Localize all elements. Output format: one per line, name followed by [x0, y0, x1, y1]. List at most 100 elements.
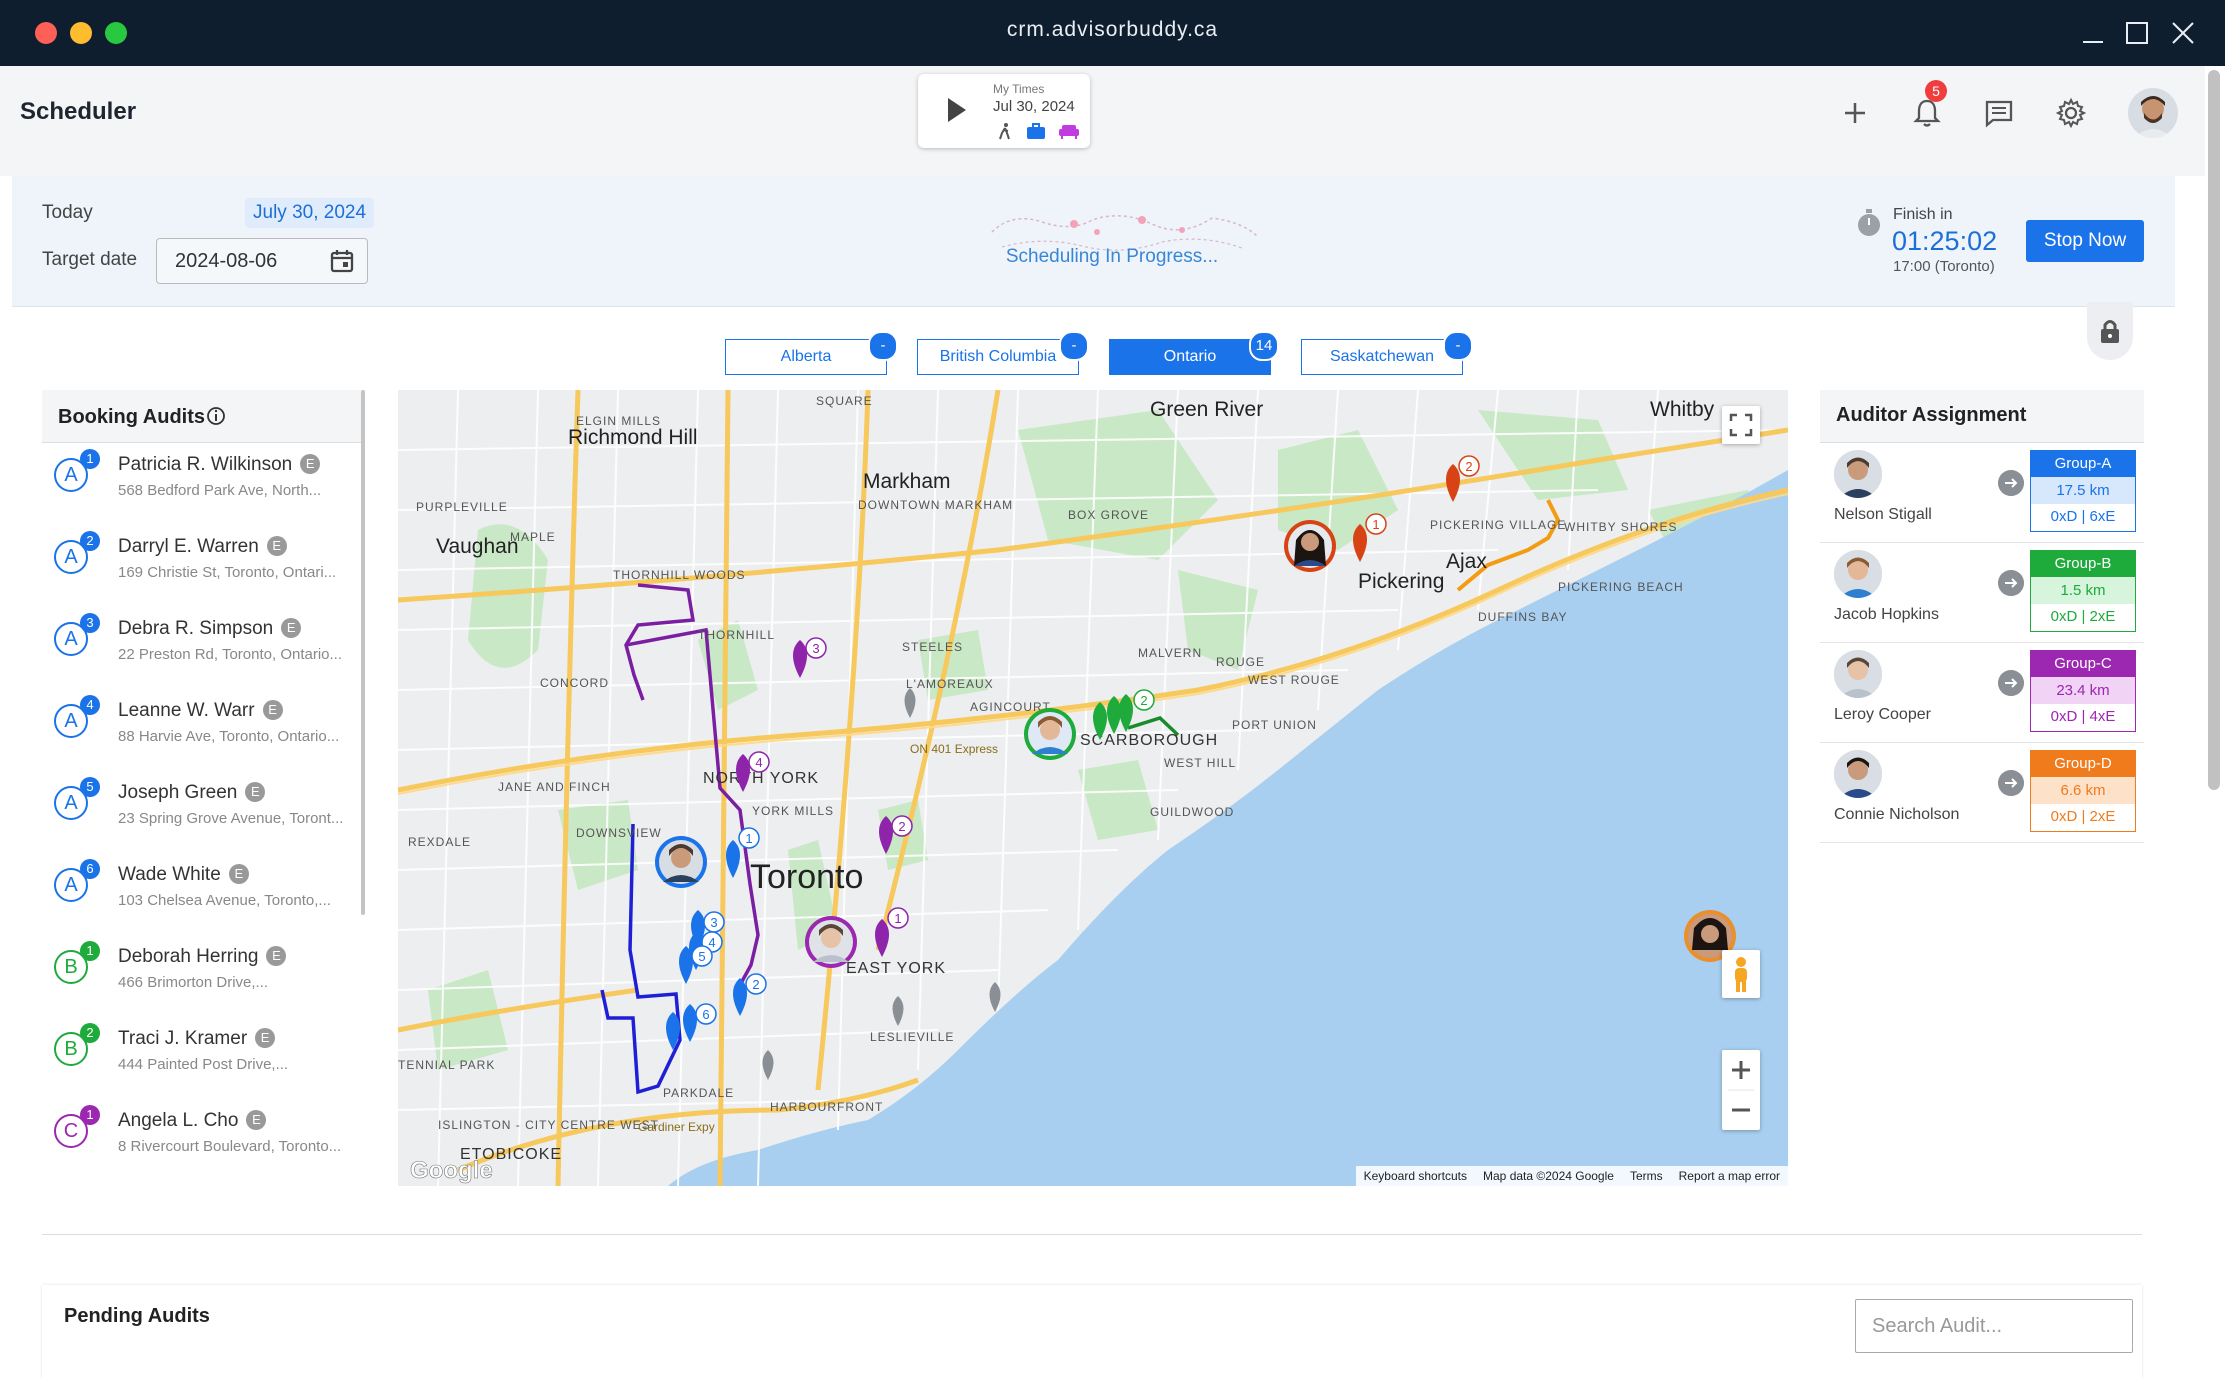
route-marker-a2[interactable]: 2	[733, 973, 767, 1016]
route-marker-c3[interactable]: 3	[793, 637, 827, 678]
lock-button[interactable]	[2087, 302, 2133, 360]
map-poi-marker[interactable]	[904, 688, 916, 718]
arrow-right-icon[interactable]	[1998, 670, 2024, 696]
booking-audit-item[interactable]: A 3 Debra R. Simpson E 22 Preston Rd, Toront…	[42, 606, 362, 688]
search-audit-input[interactable]	[1855, 1299, 2133, 1353]
app-header: Scheduler My Times Jul 30, 2024 5	[0, 66, 2205, 176]
audit-address: 22 Preston Rd, Toronto, Ontario...	[118, 646, 343, 663]
booking-audit-item[interactable]: B 1 Deborah Herring E 466 Brimorton Drive,..…	[42, 934, 362, 1016]
page-title: Scheduler	[20, 98, 137, 125]
route-marker-d2[interactable]: 2	[1446, 455, 1480, 502]
group-assignment-card[interactable]: Group-D 6.6 km 0xD | 2xE	[2030, 750, 2136, 832]
svg-text:4: 4	[708, 935, 715, 950]
route-marker-b3[interactable]	[1107, 696, 1121, 734]
audit-type-badge: E	[281, 618, 302, 638]
play-icon[interactable]	[948, 98, 966, 122]
map-footer-report[interactable]: Report a map error	[1679, 1166, 1780, 1186]
info-icon[interactable]	[206, 406, 226, 426]
group-ratio: 0xD | 6xE	[2050, 508, 2116, 525]
region-badge-ontario: 14	[1249, 331, 1279, 361]
auditor-row[interactable]: Jacob Hopkins Group-B 1.5 km 0xD | 2xE	[1820, 542, 2144, 643]
map-footer-shortcuts[interactable]: Keyboard shortcuts	[1364, 1166, 1467, 1186]
route-marker-b2[interactable]: 2	[1119, 689, 1155, 732]
group-assignment-card[interactable]: Group-A 17.5 km 0xD | 6xE	[2030, 450, 2136, 532]
walking-icon[interactable]	[996, 122, 1014, 140]
auditor-row[interactable]: Leroy Cooper Group-C 23.4 km 0xD | 4xE	[1820, 642, 2144, 743]
group-distance: 23.4 km	[2031, 677, 2135, 704]
group-name: Group-C	[2031, 651, 2135, 677]
route-marker-a6[interactable]: 6	[683, 1003, 717, 1042]
auditor-row[interactable]: Connie Nicholson Group-D 6.6 km 0xD | 2xE	[1820, 742, 2144, 843]
booking-audit-item[interactable]: C 1 Angela L. Cho E 8 Rivercourt Boulevard, …	[42, 1098, 362, 1180]
region-badge-british-columbia: -	[1059, 331, 1089, 361]
booking-audit-item[interactable]: A 5 Joseph Green E 23 Spring Grove Avenue, T…	[42, 770, 362, 852]
audit-client-name-text: Angela L. Cho	[118, 1110, 239, 1131]
auditor-name: Connie Nicholson	[1834, 806, 1960, 823]
route-marker-c4[interactable]: 4	[736, 751, 770, 792]
booking-audit-item[interactable]: A 2 Darryl E. Warren E 169 Christie St, Toro…	[42, 524, 362, 606]
booking-audit-item[interactable]: A 1 Patricia R. Wilkinson E 568 Bedford Park…	[42, 442, 362, 524]
map-auditor-avatar-jacob[interactable]	[1024, 708, 1076, 760]
route-marker-b1[interactable]	[1093, 702, 1107, 740]
map-auditor-avatar-connie[interactable]	[1284, 520, 1336, 572]
page-scrollbar[interactable]	[2208, 70, 2220, 790]
street-view-button[interactable]	[1722, 950, 1760, 998]
region-badge-saskatchewan: -	[1443, 331, 1473, 361]
audit-client-name-text: Traci J. Kramer	[118, 1028, 248, 1049]
map-markers: 3 4 2 1 1 3 4 5 2 6 2 1 2 Google	[410, 455, 1480, 1184]
auditor-assignment-header: Auditor Assignment	[1820, 390, 2144, 443]
pending-audits-title: Pending Audits	[64, 1305, 210, 1327]
route-marker-c1[interactable]: 1	[875, 907, 909, 957]
booking-audit-item[interactable]: A 6 Wade White E 103 Chelsea Avenue, Toronto…	[42, 852, 362, 934]
route-marker-a-end[interactable]	[666, 1012, 680, 1050]
svg-text:3: 3	[710, 915, 717, 930]
group-assignment-card[interactable]: Group-B 1.5 km 0xD | 2xE	[2030, 550, 2136, 632]
auditor-row[interactable]: Nelson Stigall Group-A 17.5 km 0xD | 6xE	[1820, 442, 2144, 543]
arrow-right-icon[interactable]	[1998, 570, 2024, 596]
zoom-control[interactable]	[1722, 1050, 1760, 1130]
route-marker-c2[interactable]: 2	[879, 815, 913, 854]
finish-time-zone: 17:00 (Toronto)	[1893, 258, 1995, 275]
close-icon[interactable]	[2170, 20, 2196, 46]
arrow-right-icon[interactable]	[1998, 470, 2024, 496]
audit-type-badge: E	[246, 1110, 267, 1130]
map-poi-marker[interactable]	[892, 996, 904, 1026]
user-avatar[interactable]	[2128, 88, 2178, 138]
finish-in-label: Finish in	[1893, 206, 1953, 223]
gear-icon[interactable]	[2054, 96, 2088, 130]
fullscreen-button[interactable]	[1722, 406, 1760, 444]
map-poi-marker[interactable]	[989, 982, 1001, 1012]
sofa-icon[interactable]	[1058, 122, 1080, 140]
chat-icon[interactable]	[1982, 96, 2016, 130]
route-marker-a1[interactable]: 1	[726, 827, 760, 878]
maximize-icon[interactable]	[2124, 20, 2150, 46]
tab-alberta[interactable]: Alberta	[725, 339, 887, 375]
briefcase-icon[interactable]	[1026, 122, 1046, 140]
route-map[interactable]: Richmond Hill Markham Vaughan Toronto Picker…	[398, 390, 1788, 1186]
tab-ontario[interactable]: Ontario	[1109, 339, 1271, 375]
group-ratio: 0xD | 2xE	[2050, 808, 2116, 825]
minimize-icon[interactable]	[2080, 20, 2106, 46]
arrow-right-icon[interactable]	[1998, 770, 2024, 796]
booking-audit-item[interactable]: A 4 Leanne W. Warr E 88 Harvie Ave, Toronto,…	[42, 688, 362, 770]
booking-audit-item[interactable]: B 2 Traci J. Kramer E 444 Painted Post Drive…	[42, 1016, 362, 1098]
add-icon[interactable]	[1838, 96, 1872, 130]
audit-order-number: 4	[80, 695, 100, 715]
booking-scrollbar[interactable]	[361, 390, 365, 915]
route-marker-d1[interactable]: 1	[1353, 513, 1387, 562]
audit-type-badge: E	[266, 946, 287, 966]
map-auditor-avatar-leroy[interactable]	[805, 916, 857, 968]
map-poi-marker[interactable]	[762, 1050, 774, 1080]
map-auditor-avatar-nelson[interactable]	[655, 836, 707, 888]
tab-saskatchewan[interactable]: Saskatchewan	[1301, 339, 1463, 375]
window-titlebar: crm.advisorbuddy.ca	[0, 0, 2225, 66]
stop-now-button[interactable]: Stop Now	[2026, 220, 2144, 262]
my-times-widget[interactable]: My Times Jul 30, 2024	[918, 74, 1090, 148]
group-assignment-card[interactable]: Group-C 23.4 km 0xD | 4xE	[2030, 650, 2136, 732]
group-ratio: 0xD | 4xE	[2050, 708, 2116, 725]
map-footer-terms[interactable]: Terms	[1630, 1166, 1663, 1186]
svg-text:5: 5	[698, 949, 705, 964]
tab-british-columbia[interactable]: British Columbia	[917, 339, 1079, 375]
audit-client-name: Deborah Herring E	[118, 946, 287, 968]
my-times-label: My Times	[993, 82, 1045, 96]
